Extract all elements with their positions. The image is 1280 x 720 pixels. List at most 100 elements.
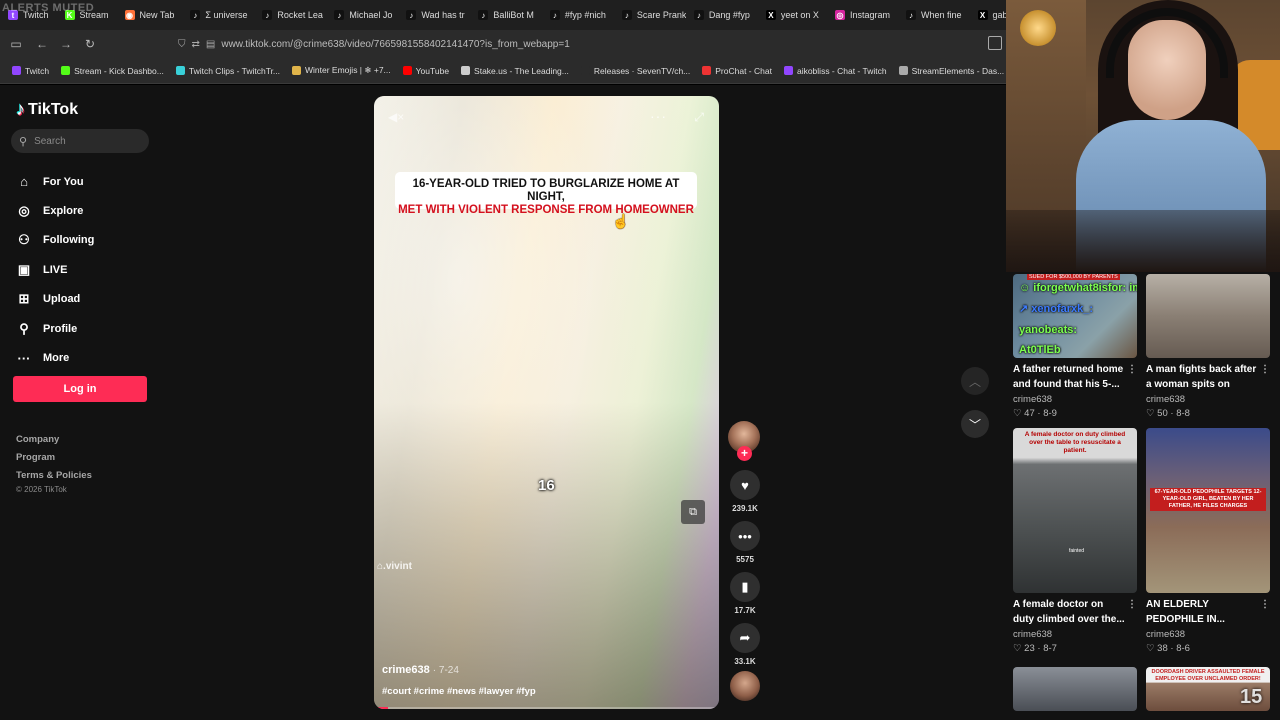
tab-favicon-icon: X: [977, 10, 988, 20]
next-video-button[interactable]: ﹀: [961, 410, 989, 438]
video-card[interactable]: [1013, 667, 1137, 711]
video-card[interactable]: SUED FOR $500,000 BY PARENTS ☺ iforgetwh…: [1013, 274, 1137, 420]
browser-tab[interactable]: ◎ Instagram: [827, 0, 898, 30]
share-action[interactable]: ➦ 33.1K: [728, 623, 762, 669]
browser-tab[interactable]: Xyeet on X: [758, 0, 827, 30]
video-thumbnail[interactable]: A female doctor on duty climbed over the…: [1013, 428, 1137, 593]
video-card[interactable]: A female doctor on duty climbed over the…: [1013, 428, 1137, 655]
kebab-icon[interactable]: ⋮: [1260, 597, 1270, 612]
video-card-title[interactable]: AN ELDERLY PEDOPHILE IN... ⋮: [1146, 597, 1270, 627]
browser-tab[interactable]: ♪ Rocket Lea: [254, 0, 326, 30]
comment-action[interactable]: ••• 5575: [728, 521, 762, 567]
permissions-icon[interactable]: ⇄: [192, 39, 200, 50]
video-card-title[interactable]: A man fights back after a woman spits on…: [1146, 362, 1270, 392]
video-progress-bar[interactable]: [374, 707, 719, 709]
bookmark-favicon-icon: [402, 66, 412, 75]
video-card-author[interactable]: crime638: [1146, 627, 1270, 642]
sidebar-item-for-you[interactable]: ⌂ For You: [16, 167, 156, 196]
sidebar-item-profile[interactable]: ⚲ Profile: [16, 314, 156, 343]
follow-plus-icon[interactable]: +: [737, 446, 752, 461]
footer-link-company[interactable]: Company: [16, 431, 156, 449]
video-thumbnail[interactable]: 67-YEAR-OLD PEDOPHILE TARGETS 12-YEAR-OL…: [1146, 428, 1270, 593]
browser-tab[interactable]: ♪ When fine: [898, 0, 970, 30]
bookmark-item[interactable]: Winter Emojis | ❄ +7...: [286, 65, 397, 76]
kebab-icon[interactable]: ⋮: [1127, 362, 1137, 377]
save-action[interactable]: ▮ 17.7K: [728, 572, 762, 618]
footer-link-terms[interactable]: Terms & Policies: [16, 467, 156, 485]
browser-tab[interactable]: ♪ Michael Jo: [326, 0, 398, 30]
back-icon[interactable]: ←: [30, 32, 54, 56]
tab-favicon-icon: ◉: [124, 10, 135, 20]
login-button[interactable]: Log in: [13, 376, 147, 402]
like-action[interactable]: ♥ 239.1K: [728, 470, 762, 516]
kebab-icon[interactable]: ⋮: [1260, 362, 1270, 377]
reload-icon[interactable]: ↻: [78, 32, 102, 56]
share-icon[interactable]: ➦: [730, 623, 760, 653]
footer-link-program[interactable]: Program: [16, 449, 156, 467]
browser-tab[interactable]: ◉ New Tab: [117, 0, 183, 30]
sidebar-item-label: For You: [43, 175, 84, 188]
browser-tab[interactable]: ♪ Wad has tr: [398, 0, 470, 30]
previous-video-button[interactable]: ︿: [961, 367, 989, 395]
picture-in-picture-icon[interactable]: ⧉: [681, 500, 705, 524]
tab-label: Scare Prank: [636, 10, 686, 20]
video-card-title[interactable]: A father returned home and found that hi…: [1013, 362, 1137, 392]
bookmark-icon[interactable]: ▮: [730, 572, 760, 602]
bookmark-item[interactable]: ProChat - Chat: [696, 66, 778, 76]
footer-links: Company Program Terms & Policies © 2026 …: [16, 431, 156, 494]
creator-avatar[interactable]: +: [728, 421, 760, 461]
sound-avatar[interactable]: [730, 671, 760, 701]
video-card-author[interactable]: crime638: [1146, 392, 1270, 407]
fullscreen-icon[interactable]: ⤢: [694, 110, 704, 125]
browser-tab[interactable]: ♪ #fyp #nich: [542, 0, 614, 30]
tab-label: Wad has tr: [421, 10, 465, 20]
browser-tab[interactable]: ♪ Dang #fyp: [686, 0, 758, 30]
video-thumbnail[interactable]: [1013, 667, 1137, 711]
bookmark-item[interactable]: aikobliss - Chat - Twitch: [778, 66, 893, 76]
bookmark-item[interactable]: Twitch: [6, 66, 55, 76]
bookmark-item[interactable]: Releases · SevenTV/ch...: [575, 66, 696, 76]
bookmark-item[interactable]: YouTube: [397, 66, 455, 76]
sidebar-item-explore[interactable]: ◎ Explore: [16, 196, 156, 225]
bookmark-item[interactable]: StreamElements - Das...: [893, 66, 1006, 76]
browser-tab[interactable]: ♪ BalliBot M: [470, 0, 542, 30]
video-thumbnail[interactable]: SUED FOR $500,000 BY PARENTS ☺ iforgetwh…: [1013, 274, 1137, 358]
search-input[interactable]: ⚲ Search: [11, 129, 149, 153]
sidebar-item-live[interactable]: ▣ LIVE: [16, 255, 156, 284]
bookmark-label: StreamElements - Das...: [911, 65, 1005, 76]
browser-tab[interactable]: Xgab: [970, 0, 1006, 30]
video-card-author[interactable]: crime638: [1013, 392, 1137, 407]
tiktok-logo[interactable]: ♪ TikTok: [16, 99, 78, 120]
bookmark-item[interactable]: Stream - Kick Dashbo...: [55, 66, 170, 76]
kebab-icon[interactable]: ⋮: [1127, 597, 1137, 612]
sidebar-item-upload[interactable]: ⊞ Upload: [16, 285, 156, 314]
browser-tab[interactable]: t Twitch: [0, 0, 57, 30]
comment-icon[interactable]: •••: [730, 521, 760, 551]
tab-favicon-icon: X: [765, 10, 776, 20]
browser-tab[interactable]: ♪ Σ universe: [182, 0, 254, 30]
video-author[interactable]: crime638: [382, 664, 430, 676]
video-card-title[interactable]: A female doctor on duty climbed over the…: [1013, 597, 1137, 627]
video-player[interactable]: ◀× ··· ⤢ 16-YEAR-OLD TRIED TO BURGLARIZE…: [374, 96, 719, 709]
tab-label: Michael Jo: [349, 10, 393, 20]
sidebar-item-more[interactable]: ··· More: [16, 343, 156, 372]
sidebar-item-following[interactable]: ⚇ Following: [16, 226, 156, 255]
thumbnail-caption: 67-YEAR-OLD PEDOPHILE TARGETS 12-YEAR-OL…: [1150, 488, 1266, 511]
bookmark-item[interactable]: Stake.us - The Leading...: [455, 66, 575, 76]
video-card[interactable]: 67-YEAR-OLD PEDOPHILE TARGETS 12-YEAR-OL…: [1146, 428, 1270, 655]
more-options-icon[interactable]: ···: [650, 108, 667, 124]
video-hashtags[interactable]: #court #crime #news #lawyer #fyp: [382, 686, 536, 697]
browser-tab[interactable]: ♪ Scare Prank: [614, 0, 686, 30]
video-card-author[interactable]: crime638: [1013, 627, 1137, 642]
mute-icon[interactable]: ◀×: [388, 110, 404, 124]
bookmark-item[interactable]: Twitch Clips - TwitchTr...: [170, 66, 286, 76]
address-bar[interactable]: ⛉ ⇄ ▤ www.tiktok.com/@crime638/video/766…: [178, 34, 978, 54]
browser-tab[interactable]: K Stream: [57, 0, 117, 30]
heart-icon[interactable]: ♥: [730, 470, 760, 500]
chevron-down-icon: ﹀: [968, 417, 981, 432]
video-thumbnail[interactable]: [1146, 274, 1270, 358]
reader-view-icon[interactable]: [988, 36, 1002, 50]
sidebar-toggle-icon[interactable]: ▭: [4, 32, 28, 56]
forward-icon[interactable]: →: [54, 32, 78, 56]
video-card[interactable]: A man fights back after a woman spits on…: [1146, 274, 1270, 420]
